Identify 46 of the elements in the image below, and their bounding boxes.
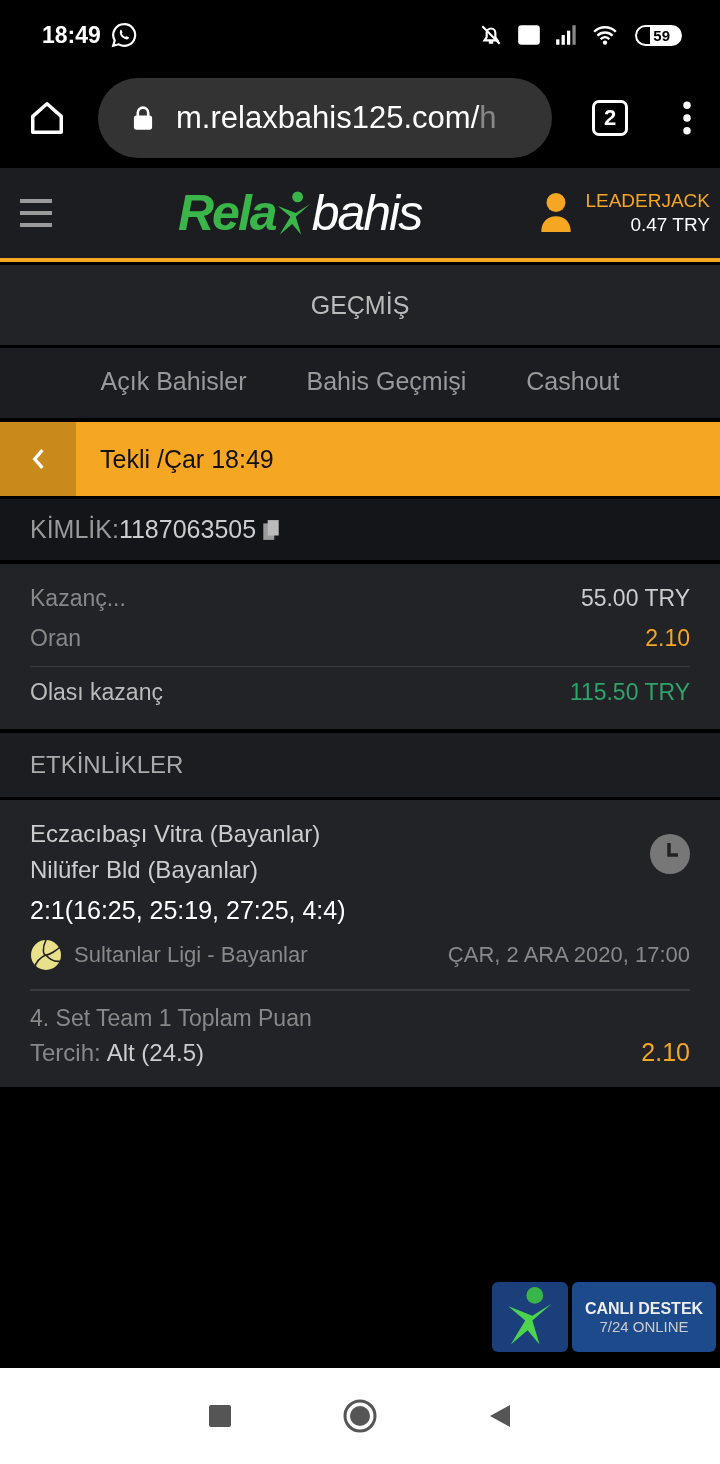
bet-id: KİMLİK:1187063505 <box>30 515 257 544</box>
support-title: CANLI DESTEK <box>584 1299 704 1318</box>
tab[interactable]: Açık Bahisler <box>70 348 277 418</box>
summary-value: 55.00 TRY <box>580 584 690 612</box>
summary-value: 2.10 <box>645 624 690 652</box>
back-icon[interactable] <box>488 1404 512 1428</box>
odds-value: 2.10 <box>641 1038 690 1067</box>
menu-icon[interactable] <box>20 197 52 229</box>
more-icon[interactable] <box>682 101 692 135</box>
lock-icon <box>132 105 154 131</box>
team-name: Eczacıbaşı Vitra (Bayanlar) <box>30 820 321 848</box>
address-bar[interactable]: m.relaxbahis125.com/h <box>98 78 552 158</box>
support-subtitle: 7/24 ONLINE <box>599 1317 689 1335</box>
battery-indicator: 59 <box>635 24 682 46</box>
choice-label: Tercih: <box>30 1038 101 1067</box>
tab[interactable]: Cashout <box>496 348 650 418</box>
score: 2:1(16:25, 25:19, 27:25, 4:4) <box>30 896 347 925</box>
choice-value: Alt (24.5) <box>106 1038 205 1067</box>
chat-icon <box>110 22 137 48</box>
copy-icon[interactable] <box>262 518 281 541</box>
status-time: 18:49 <box>42 21 101 49</box>
market-name: 4. Set Team 1 Toplam Puan <box>30 1005 313 1032</box>
bet-title: Tekli /Çar 18:49 <box>100 444 274 474</box>
summary-value: 115.50 TRY <box>569 678 690 706</box>
tab-count-button[interactable]: 2 <box>592 100 628 136</box>
clock-icon <box>650 834 690 874</box>
balance: 0.47 TRY <box>630 214 710 236</box>
page-title: GEÇMİŞ <box>0 265 720 345</box>
home-icon[interactable] <box>28 99 66 137</box>
username: LEADERJACK <box>585 190 710 212</box>
event-date: ÇAR, 2 ARA 2020, 17:00 <box>447 942 690 968</box>
chevron-left-icon <box>31 448 45 470</box>
team-name: Nilüfer Bld (Bayanlar) <box>30 856 260 884</box>
league-name: Sultanlar Ligi - Bayanlar <box>74 942 308 968</box>
volleyball-icon <box>30 939 62 971</box>
home-button-icon[interactable] <box>342 1398 378 1434</box>
summary-label: Kazanç... <box>30 584 126 612</box>
section-heading: ETKİNLİKLER <box>0 733 720 797</box>
logo-text: Rela <box>178 184 276 242</box>
summary-label: Olası kazanç <box>30 678 163 706</box>
summary-label: Oran <box>30 624 82 652</box>
url-text: m.relaxbahis125.com/h <box>176 100 497 136</box>
recents-icon[interactable] <box>208 1404 232 1428</box>
user-icon[interactable] <box>539 192 574 234</box>
logo-text: bahis <box>311 184 422 242</box>
tab[interactable]: Bahis Geçmişi <box>276 348 497 418</box>
